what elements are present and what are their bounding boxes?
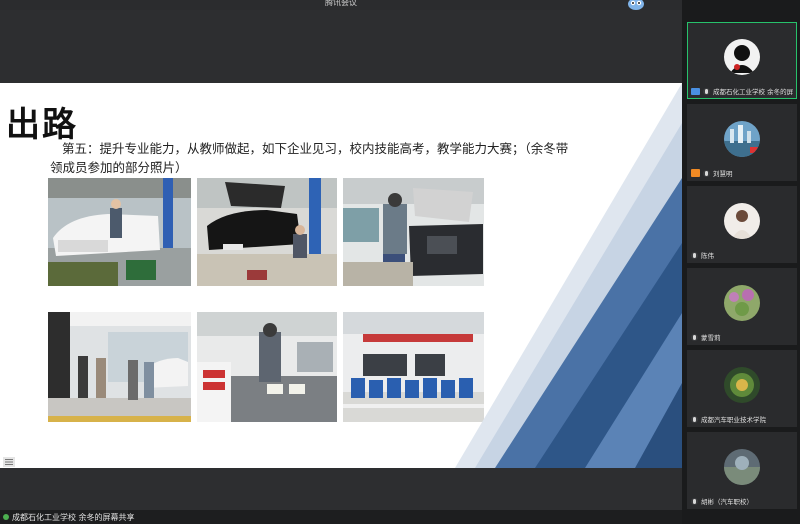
participant-name: 刘慧明 (713, 170, 733, 178)
participant-name: 胡彬（汽车职校） (701, 498, 753, 506)
participant-video-panel: 成都石化工业学校 余冬的屏幕共享 刘慧明 (682, 0, 800, 524)
avatar (724, 367, 760, 403)
avatar (724, 449, 760, 485)
participant-name: 陈伟 (701, 252, 714, 260)
participant-tile[interactable]: 胡彬（汽车职校） (687, 432, 797, 509)
sharing-status-bar: 成都石化工业学校 余冬的屏幕共享 (0, 510, 682, 524)
participant-tile[interactable]: 陈伟 (687, 186, 797, 263)
avatar (724, 121, 760, 157)
microphone-icon (691, 333, 698, 341)
window-title: 腾讯会议 (325, 0, 357, 7)
photo-car-engine-garage (48, 178, 191, 286)
participant-name: 成都汽车职业技术学院 (701, 416, 766, 424)
photo-electrical-training-bench (197, 312, 337, 422)
avatar (724, 285, 760, 321)
microphone-icon (703, 169, 710, 177)
presentation-slide: 出路 第五：提升专业能力，从教师做起，如下企业见习，校内技能高考，教学能力大赛；… (0, 83, 682, 468)
sharing-label: 成都石化工业学校 余冬的屏幕共享 (12, 513, 135, 522)
shared-screen-area: 出路 第五：提升专业能力，从教师做起，如下企业见习，校内技能高考，教学能力大赛；… (0, 10, 682, 510)
host-icon (691, 169, 700, 177)
participant-name: 蒙雪莉 (701, 334, 721, 342)
avatar (724, 203, 760, 239)
microphone-icon (691, 497, 698, 505)
microphone-icon (691, 415, 698, 423)
participant-tile[interactable]: 成都石化工业学校 余冬的屏幕共享 (687, 22, 797, 99)
participant-tile[interactable]: 刘慧明 (687, 104, 797, 181)
mascot-icon (628, 0, 644, 10)
slide-menu-icon[interactable] (3, 457, 15, 467)
microphone-icon (703, 87, 710, 95)
microphone-icon (691, 251, 698, 259)
sharing-indicator-icon (3, 514, 9, 520)
participant-name: 成都石化工业学校 余冬的屏幕共享 (713, 88, 793, 96)
slide-decorative-bands (455, 83, 682, 468)
meeting-window: 腾讯会议 出路 第五：提升专业能力，从教师做起，如下企业见习，校内技能高考，教学… (0, 0, 800, 524)
participant-tile[interactable]: 成都汽车职业技术学院 (687, 350, 797, 427)
avatar (724, 39, 760, 75)
participant-tile[interactable]: 蒙雪莉 (687, 268, 797, 345)
title-bar: 腾讯会议 (0, 0, 682, 10)
photo-car-hood-inspection (197, 178, 337, 286)
screen-share-icon (691, 87, 700, 95)
photo-car-showroom (48, 312, 191, 422)
